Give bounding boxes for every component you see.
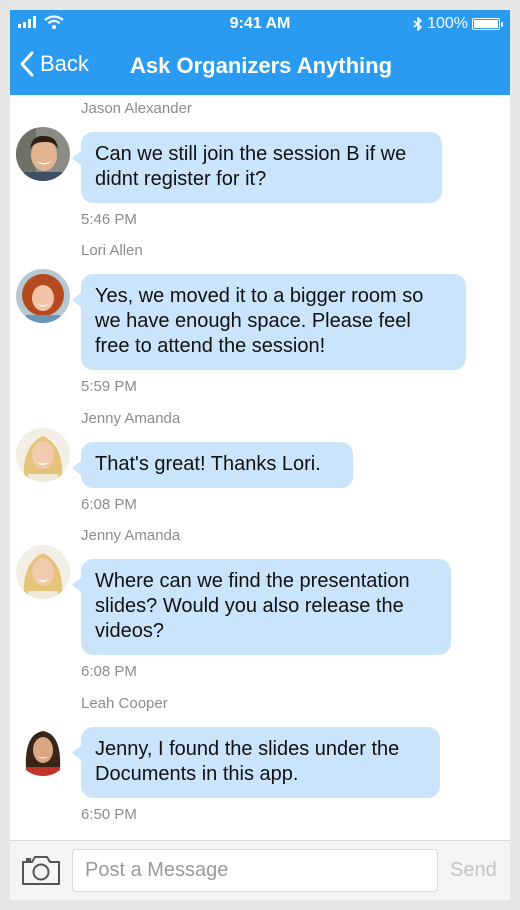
blonde-woman-avatar-icon	[16, 428, 70, 482]
message-bubble[interactable]: Yes, we moved it to a bigger room so we …	[72, 274, 466, 370]
message-line: Can we still join the session B if we	[95, 143, 407, 165]
message-line: Jenny, I found the slides under the	[95, 738, 400, 760]
message-line: That's great! Thanks Lori.	[95, 453, 321, 475]
message-bubble[interactable]: That's great! Thanks Lori.	[72, 442, 353, 488]
avatar[interactable]	[16, 722, 70, 776]
message-composer: Send	[10, 840, 510, 900]
message-line: free to attend the session!	[95, 335, 326, 357]
message-time: 6:08 PM	[81, 496, 137, 513]
status-bar: 9:41 AM 100%	[10, 10, 510, 37]
bluetooth-icon	[413, 17, 423, 31]
avatar[interactable]	[16, 545, 70, 599]
status-right: 100%	[413, 15, 503, 33]
phone-screen: 9:41 AM 100% Back Ask Organizers Anythin…	[10, 10, 510, 900]
redhead-woman-avatar-icon	[16, 269, 70, 323]
page-title: Ask Organizers Anything	[130, 53, 393, 78]
camera-icon[interactable]	[20, 853, 62, 887]
message-line: didnt register for it?	[95, 168, 267, 190]
message-time: 6:08 PM	[81, 663, 137, 680]
message-line: Yes, we moved it to a bigger room so	[95, 285, 424, 307]
man-avatar-icon	[16, 127, 70, 181]
message-input[interactable]	[72, 849, 438, 892]
message-sender: Leah Cooper	[81, 695, 168, 712]
message-time: 6:50 PM	[81, 806, 137, 823]
nav-bar: Back Ask Organizers Anything	[10, 37, 510, 95]
send-button[interactable]: Send	[450, 859, 497, 882]
blonde-woman-avatar-icon	[16, 545, 70, 599]
message-bubble[interactable]: Can we still join the session B if we di…	[72, 132, 442, 203]
dark-hair-woman-avatar-icon	[16, 722, 70, 776]
message-line: slides? Would you also release the	[95, 595, 404, 617]
chevron-left-icon	[20, 51, 34, 77]
message-sender: Jason Alexander	[81, 100, 192, 117]
message-line: Where can we find the presentation	[95, 570, 410, 592]
battery-percent: 100%	[427, 15, 468, 32]
back-button[interactable]: Back	[20, 51, 89, 77]
chat-thread[interactable]: Jason Alexander Can we still join the se…	[10, 95, 510, 840]
message-time: 5:59 PM	[81, 378, 137, 395]
back-label: Back	[40, 51, 89, 76]
avatar[interactable]	[16, 269, 70, 323]
avatar[interactable]	[16, 127, 70, 181]
message-sender: Lori Allen	[81, 242, 143, 259]
message-bubble[interactable]: Jenny, I found the slides under the Docu…	[72, 727, 440, 798]
message-sender: Jenny Amanda	[81, 410, 181, 427]
message-time: 5:46 PM	[81, 211, 137, 228]
message-line: we have enough space. Please feel	[95, 310, 411, 332]
message-line: Documents in this app.	[95, 763, 299, 785]
message-sender: Jenny Amanda	[81, 527, 181, 544]
message-bubble[interactable]: Where can we find the presentation slide…	[72, 559, 451, 655]
battery-icon	[472, 18, 503, 30]
avatar[interactable]	[16, 428, 70, 482]
message-line: videos?	[95, 620, 164, 642]
